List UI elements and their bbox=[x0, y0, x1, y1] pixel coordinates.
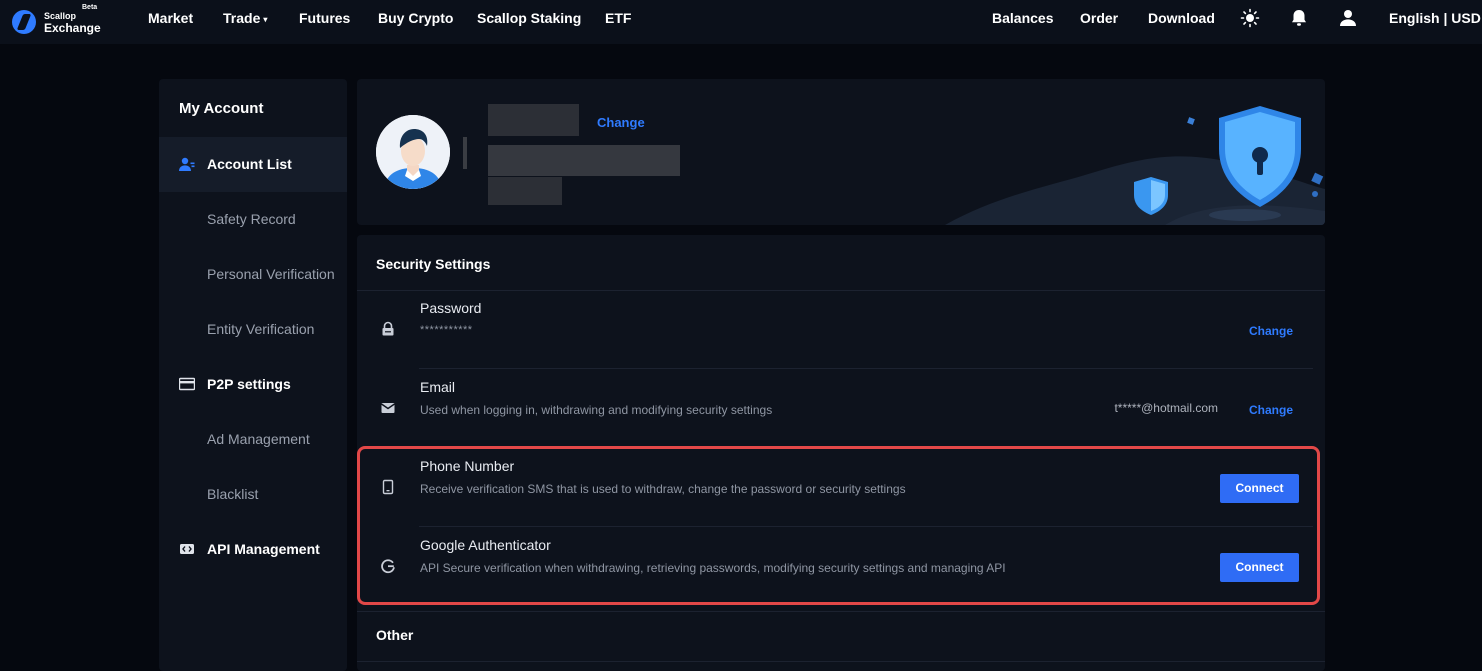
phone-icon bbox=[382, 479, 394, 495]
nav-trade-label: Trade bbox=[223, 10, 261, 26]
sidebar-item-label: Entity Verification bbox=[207, 321, 315, 337]
sidebar-item-api-management[interactable]: API Management bbox=[159, 522, 347, 577]
divider bbox=[419, 526, 1313, 527]
sidebar-item-ad-management[interactable]: Ad Management bbox=[159, 412, 347, 467]
sidebar-item-account-list[interactable]: Account List bbox=[159, 137, 347, 192]
account-sidebar: My Account Account List Safety Record Pe… bbox=[159, 79, 347, 671]
lock-icon bbox=[382, 321, 394, 336]
bell-icon[interactable] bbox=[1289, 8, 1309, 28]
section-title: Security Settings bbox=[376, 256, 491, 272]
row-description: API Secure verification when withdrawing… bbox=[420, 561, 1006, 575]
divider bbox=[357, 661, 1325, 662]
logo-icon bbox=[12, 10, 36, 34]
google-icon bbox=[381, 559, 395, 574]
avatar-illustration-icon bbox=[376, 115, 450, 189]
api-icon bbox=[180, 544, 194, 554]
sidebar-item-label: P2P settings bbox=[207, 376, 291, 392]
locale-selector[interactable]: English | USD bbox=[1389, 10, 1481, 26]
sun-icon[interactable] bbox=[1240, 8, 1260, 28]
email-value: t*****@hotmail.com bbox=[1114, 401, 1218, 415]
sidebar-item-label: Safety Record bbox=[207, 211, 296, 227]
section-title-other: Other bbox=[376, 627, 414, 643]
mail-icon bbox=[381, 403, 395, 413]
security-row-email: Email Used when logging in, withdrawing … bbox=[357, 370, 1325, 448]
nav-market[interactable]: Market bbox=[148, 10, 193, 26]
nav-etf[interactable]: ETF bbox=[605, 10, 631, 26]
shield-lock-illustration-icon bbox=[945, 106, 1325, 225]
connect-phone-button[interactable]: Connect bbox=[1220, 474, 1299, 503]
avatar bbox=[376, 115, 450, 189]
nav-trade[interactable]: Trade ▾ bbox=[223, 10, 267, 26]
sidebar-item-label: Blacklist bbox=[207, 486, 259, 502]
user-icon[interactable] bbox=[1338, 8, 1358, 28]
row-title: Email bbox=[420, 379, 456, 395]
sidebar-item-p2p-settings[interactable]: P2P settings bbox=[159, 357, 347, 412]
nav-order[interactable]: Order bbox=[1080, 10, 1118, 26]
nav-balances[interactable]: Balances bbox=[992, 10, 1053, 26]
sidebar-item-blacklist[interactable]: Blacklist bbox=[159, 467, 347, 522]
beta-badge: Beta bbox=[82, 4, 98, 11]
user-icon bbox=[179, 157, 195, 171]
masked-password: *********** bbox=[420, 324, 473, 336]
change-password-link[interactable]: Change bbox=[1249, 324, 1293, 338]
nav-download[interactable]: Download bbox=[1148, 10, 1215, 26]
nav-buy-crypto[interactable]: Buy Crypto bbox=[378, 10, 453, 26]
sidebar-item-label: Personal Verification bbox=[207, 266, 335, 282]
divider bbox=[357, 611, 1325, 612]
security-settings-card: Security Settings Password *********** C… bbox=[357, 235, 1325, 671]
masked-info bbox=[463, 137, 467, 169]
sidebar-item-entity-verification[interactable]: Entity Verification bbox=[159, 302, 347, 357]
nav-scallop-staking[interactable]: Scallop Staking bbox=[477, 10, 581, 26]
card-icon bbox=[179, 377, 195, 391]
security-row-google-authenticator: Google Authenticator API Secure verifica… bbox=[357, 528, 1325, 606]
top-nav: Scallop Exchange Beta Market Trade ▾ Futu… bbox=[0, 0, 1482, 44]
sidebar-item-personal-verification[interactable]: Personal Verification bbox=[159, 247, 347, 302]
sidebar-item-safety-record[interactable]: Safety Record bbox=[159, 192, 347, 247]
brand-logo[interactable]: Scallop Exchange Beta bbox=[12, 4, 122, 37]
row-title: Google Authenticator bbox=[420, 537, 551, 553]
brand-name-main: Exchange bbox=[44, 21, 101, 35]
row-description: Used when logging in, withdrawing and mo… bbox=[420, 403, 773, 417]
sidebar-title: My Account bbox=[179, 100, 264, 117]
row-title: Password bbox=[420, 300, 482, 316]
nav-futures[interactable]: Futures bbox=[299, 10, 350, 26]
brand-name-top: Scallop bbox=[44, 11, 77, 21]
sidebar-item-label: Ad Management bbox=[207, 431, 310, 447]
chevron-down-icon: ▾ bbox=[263, 14, 268, 24]
row-title: Phone Number bbox=[420, 458, 515, 474]
sidebar-item-label: API Management bbox=[207, 541, 320, 557]
masked-info bbox=[488, 177, 562, 205]
security-row-password: Password *********** Change bbox=[357, 291, 1325, 369]
profile-card: Change bbox=[357, 79, 1325, 225]
masked-info bbox=[488, 104, 579, 136]
connect-google-authenticator-button[interactable]: Connect bbox=[1220, 553, 1299, 582]
masked-info bbox=[488, 145, 680, 176]
change-email-link[interactable]: Change bbox=[1249, 403, 1293, 417]
divider bbox=[419, 447, 1313, 448]
divider bbox=[419, 368, 1313, 369]
row-description: Receive verification SMS that is used to… bbox=[420, 482, 906, 496]
security-row-phone: Phone Number Receive verification SMS th… bbox=[357, 449, 1325, 527]
sidebar-item-label: Account List bbox=[207, 156, 292, 172]
profile-change-link[interactable]: Change bbox=[597, 115, 645, 130]
